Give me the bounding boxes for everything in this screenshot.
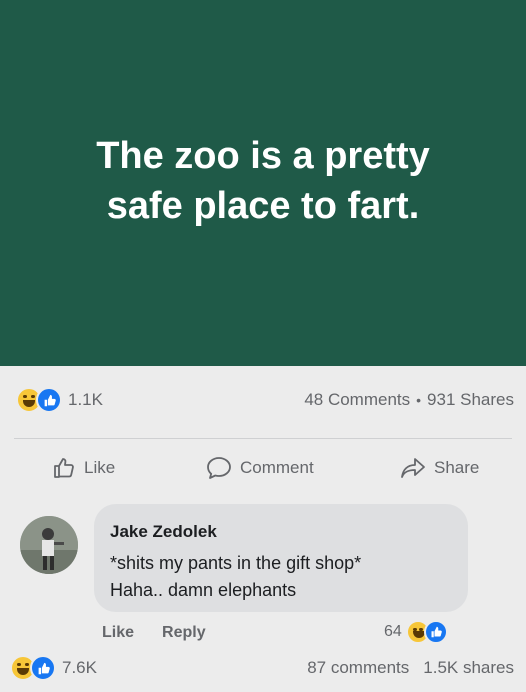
- reaction-count: 1.1K: [68, 390, 103, 409]
- post-reactions-summary: 1.1K 48 Comments • 931 Shares: [16, 384, 514, 416]
- outer-shares-link[interactable]: 1.5K shares: [423, 658, 514, 678]
- outer-comments-link[interactable]: 87 comments: [307, 658, 409, 678]
- post-actions-bar: Like Comment Share: [0, 450, 526, 486]
- shares-count-link[interactable]: 931 Shares: [427, 390, 514, 410]
- comment-line-2: Haha.. damn elephants: [110, 580, 297, 600]
- comment-text: *shits my pants in the gift shop* Haha..…: [110, 550, 361, 604]
- separator-dot: •: [416, 392, 422, 408]
- outer-reaction-count: 7.6K: [62, 658, 97, 677]
- share-button-label: Share: [434, 458, 480, 477]
- like-reaction-icon: [423, 620, 448, 644]
- comments-count-link[interactable]: 48 Comments: [304, 390, 410, 410]
- speech-bubble-icon: [207, 457, 231, 479]
- outer-post-reactions-summary: 7.6K 87 comments 1.5K shares: [10, 652, 514, 684]
- comment-author[interactable]: Jake Zedolek: [110, 522, 217, 542]
- avatar[interactable]: [20, 516, 78, 574]
- post-text: The zoo is a pretty safe place to fart.: [96, 135, 430, 227]
- divider: [14, 438, 512, 439]
- comment-reply-button[interactable]: Reply: [162, 624, 206, 642]
- comment-button-label: Comment: [240, 458, 314, 477]
- comment-button[interactable]: Comment: [206, 456, 314, 480]
- comment-line-1: *shits my pants in the gift shop*: [110, 553, 362, 573]
- reaction-count-button[interactable]: 1.1K: [16, 387, 103, 413]
- comment-reactions[interactable]: 64: [384, 620, 448, 644]
- comment-bubble: Jake Zedolek *shits my pants in the gift…: [94, 504, 468, 612]
- thumbs-up-icon: [54, 458, 74, 478]
- post-image[interactable]: The zoo is a pretty safe place to fart.: [0, 0, 526, 366]
- outer-reaction-count-button[interactable]: 7.6K: [10, 655, 97, 681]
- comment-reaction-count: 64: [384, 623, 402, 640]
- like-reaction-icon: [36, 387, 62, 413]
- share-button[interactable]: Share: [400, 456, 479, 480]
- comment-like-button[interactable]: Like: [102, 624, 134, 642]
- like-button[interactable]: Like: [52, 456, 115, 480]
- share-arrow-icon: [401, 458, 425, 478]
- like-button-label: Like: [84, 458, 116, 477]
- like-reaction-icon: [30, 655, 56, 681]
- comment-actions: Like Reply: [102, 624, 206, 642]
